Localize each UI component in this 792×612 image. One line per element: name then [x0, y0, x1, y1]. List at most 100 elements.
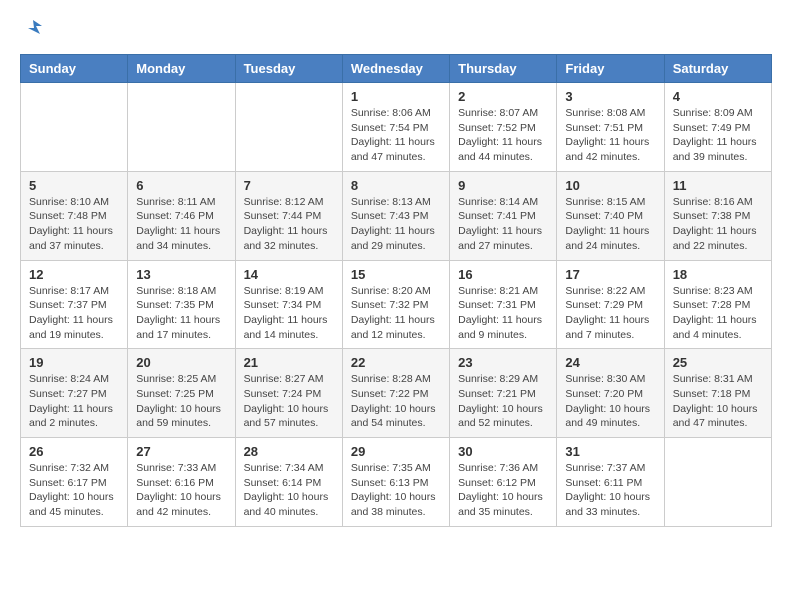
day-number: 27 [136, 444, 226, 459]
calendar-cell: 13Sunrise: 8:18 AM Sunset: 7:35 PM Dayli… [128, 260, 235, 349]
day-number: 1 [351, 89, 441, 104]
calendar-cell: 1 Sunrise: 8:06 AM Sunset: 7:54 PM Daylig… [342, 83, 449, 172]
calendar-cell: 10 Sunrise: 8:15 AM Sunset: 7:40 PM Dayli… [557, 171, 664, 260]
day-info: Sunrise: 8:13 AM Sunset: 7:43 PM Dayligh… [351, 195, 441, 254]
calendar-cell [664, 438, 771, 527]
day-info: Sunrise: 8:15 AM Sunset: 7:40 PM Dayligh… [565, 195, 655, 254]
day-number: 14 [244, 267, 334, 282]
day-number: 13 [136, 267, 226, 282]
day-number: 11 [673, 178, 763, 193]
day-number: 24 [565, 355, 655, 370]
day-number: 22 [351, 355, 441, 370]
day-number: 2 [458, 89, 548, 104]
day-info: Sunrise: 8:21 AM Sunset: 7:31 PM Dayligh… [458, 284, 548, 343]
calendar-cell: 20 Sunrise: 8:25 AM Sunset: 7:25 PM Dayli… [128, 349, 235, 438]
day-number: 30 [458, 444, 548, 459]
week-row-1: 1 Sunrise: 8:06 AM Sunset: 7:54 PM Daylig… [21, 83, 772, 172]
calendar-cell: 29 Sunrise: 7:35 AM Sunset: 6:13 PM Dayli… [342, 438, 449, 527]
day-number: 9 [458, 178, 548, 193]
day-number: 3 [565, 89, 655, 104]
day-info: Sunrise: 7:37 AM Sunset: 6:11 PM Dayligh… [565, 461, 655, 520]
weekday-header-tuesday: Tuesday [235, 55, 342, 83]
day-info: Sunrise: 8:25 AM Sunset: 7:25 PM Dayligh… [136, 372, 226, 431]
calendar-cell: 25 Sunrise: 8:31 AM Sunset: 7:18 PM Dayli… [664, 349, 771, 438]
day-info: Sunrise: 7:36 AM Sunset: 6:12 PM Dayligh… [458, 461, 548, 520]
calendar-cell: 8 Sunrise: 8:13 AM Sunset: 7:43 PM Daylig… [342, 171, 449, 260]
calendar-cell: 15 Sunrise: 8:20 AM Sunset: 7:32 PM Dayli… [342, 260, 449, 349]
day-number: 18 [673, 267, 763, 282]
calendar-cell: 30 Sunrise: 7:36 AM Sunset: 6:12 PM Dayli… [450, 438, 557, 527]
week-row-5: 26 Sunrise: 7:32 AM Sunset: 6:17 PM Dayli… [21, 438, 772, 527]
calendar-cell: 12Sunrise: 8:17 AM Sunset: 7:37 PM Dayli… [21, 260, 128, 349]
day-number: 28 [244, 444, 334, 459]
calendar-cell: 4Sunrise: 8:09 AM Sunset: 7:49 PM Daylig… [664, 83, 771, 172]
day-number: 16 [458, 267, 548, 282]
weekday-header-saturday: Saturday [664, 55, 771, 83]
page-header [20, 20, 772, 38]
week-row-2: 5 Sunrise: 8:10 AM Sunset: 7:48 PM Daylig… [21, 171, 772, 260]
calendar-cell [235, 83, 342, 172]
day-info: Sunrise: 8:24 AM Sunset: 7:27 PM Dayligh… [29, 372, 119, 431]
day-info: Sunrise: 8:31 AM Sunset: 7:18 PM Dayligh… [673, 372, 763, 431]
day-info: Sunrise: 8:19 AM Sunset: 7:34 PM Dayligh… [244, 284, 334, 343]
calendar-cell [128, 83, 235, 172]
day-info: Sunrise: 8:12 AM Sunset: 7:44 PM Dayligh… [244, 195, 334, 254]
day-number: 25 [673, 355, 763, 370]
calendar-cell: 28 Sunrise: 7:34 AM Sunset: 6:14 PM Dayli… [235, 438, 342, 527]
day-info: Sunrise: 7:33 AM Sunset: 6:16 PM Dayligh… [136, 461, 226, 520]
day-number: 29 [351, 444, 441, 459]
weekday-header-friday: Friday [557, 55, 664, 83]
calendar-cell: 3 Sunrise: 8:08 AM Sunset: 7:51 PM Daylig… [557, 83, 664, 172]
calendar-cell: 7 Sunrise: 8:12 AM Sunset: 7:44 PM Daylig… [235, 171, 342, 260]
weekday-header-thursday: Thursday [450, 55, 557, 83]
calendar-table: SundayMondayTuesdayWednesdayThursdayFrid… [20, 54, 772, 527]
weekday-header-monday: Monday [128, 55, 235, 83]
day-number: 23 [458, 355, 548, 370]
calendar-cell: 19 Sunrise: 8:24 AM Sunset: 7:27 PM Dayli… [21, 349, 128, 438]
calendar-cell [21, 83, 128, 172]
calendar-cell: 2 Sunrise: 8:07 AM Sunset: 7:52 PM Daylig… [450, 83, 557, 172]
day-number: 7 [244, 178, 334, 193]
day-number: 10 [565, 178, 655, 193]
day-number: 6 [136, 178, 226, 193]
week-row-4: 19 Sunrise: 8:24 AM Sunset: 7:27 PM Dayli… [21, 349, 772, 438]
weekday-header-wednesday: Wednesday [342, 55, 449, 83]
day-number: 15 [351, 267, 441, 282]
day-info: Sunrise: 7:32 AM Sunset: 6:17 PM Dayligh… [29, 461, 119, 520]
day-number: 5 [29, 178, 119, 193]
day-info: Sunrise: 8:28 AM Sunset: 7:22 PM Dayligh… [351, 372, 441, 431]
day-info: Sunrise: 7:34 AM Sunset: 6:14 PM Dayligh… [244, 461, 334, 520]
calendar-cell: 5 Sunrise: 8:10 AM Sunset: 7:48 PM Daylig… [21, 171, 128, 260]
day-info: Sunrise: 8:22 AM Sunset: 7:29 PM Dayligh… [565, 284, 655, 343]
weekday-header-row: SundayMondayTuesdayWednesdayThursdayFrid… [21, 55, 772, 83]
day-number: 19 [29, 355, 119, 370]
day-info: Sunrise: 7:35 AM Sunset: 6:13 PM Dayligh… [351, 461, 441, 520]
day-info: Sunrise: 8:30 AM Sunset: 7:20 PM Dayligh… [565, 372, 655, 431]
calendar-cell: 9Sunrise: 8:14 AM Sunset: 7:41 PM Daylig… [450, 171, 557, 260]
day-info: Sunrise: 8:07 AM Sunset: 7:52 PM Dayligh… [458, 106, 548, 165]
calendar-cell: 26 Sunrise: 7:32 AM Sunset: 6:17 PM Dayli… [21, 438, 128, 527]
day-info: Sunrise: 8:20 AM Sunset: 7:32 PM Dayligh… [351, 284, 441, 343]
day-number: 20 [136, 355, 226, 370]
calendar-cell: 6Sunrise: 8:11 AM Sunset: 7:46 PM Daylig… [128, 171, 235, 260]
calendar-cell: 11 Sunrise: 8:16 AM Sunset: 7:38 PM Dayli… [664, 171, 771, 260]
day-number: 21 [244, 355, 334, 370]
logo [20, 20, 44, 38]
day-info: Sunrise: 8:29 AM Sunset: 7:21 PM Dayligh… [458, 372, 548, 431]
logo-bird-icon [22, 16, 44, 38]
day-info: Sunrise: 8:10 AM Sunset: 7:48 PM Dayligh… [29, 195, 119, 254]
calendar-cell: 21 Sunrise: 8:27 AM Sunset: 7:24 PM Dayli… [235, 349, 342, 438]
day-number: 17 [565, 267, 655, 282]
calendar-cell: 23 Sunrise: 8:29 AM Sunset: 7:21 PM Dayli… [450, 349, 557, 438]
day-number: 4 [673, 89, 763, 104]
day-number: 26 [29, 444, 119, 459]
day-info: Sunrise: 8:27 AM Sunset: 7:24 PM Dayligh… [244, 372, 334, 431]
day-info: Sunrise: 8:16 AM Sunset: 7:38 PM Dayligh… [673, 195, 763, 254]
week-row-3: 12Sunrise: 8:17 AM Sunset: 7:37 PM Dayli… [21, 260, 772, 349]
day-info: Sunrise: 8:06 AM Sunset: 7:54 PM Dayligh… [351, 106, 441, 165]
calendar-cell: 16 Sunrise: 8:21 AM Sunset: 7:31 PM Dayli… [450, 260, 557, 349]
day-number: 8 [351, 178, 441, 193]
day-info: Sunrise: 8:08 AM Sunset: 7:51 PM Dayligh… [565, 106, 655, 165]
day-number: 12 [29, 267, 119, 282]
calendar-cell: 27 Sunrise: 7:33 AM Sunset: 6:16 PM Dayli… [128, 438, 235, 527]
